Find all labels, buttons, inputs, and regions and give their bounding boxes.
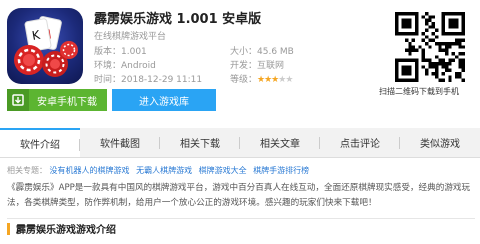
section-marker [7,222,10,235]
dev-label: 开发： [230,61,258,71]
version-label: 版本： [94,47,122,57]
related-link[interactable]: 棋牌手游排行榜 [253,166,309,175]
section-header: 霹雳娱乐游戏游戏介绍 [7,218,475,238]
qr-label: 扫描二维码下载到手机 [379,87,459,96]
size-label: 大小： [230,47,258,57]
game-library-button[interactable]: 进入游戏库 [112,89,216,111]
dev-info: 开发：互联网 [230,58,284,71]
app-subtitle: 在线棋牌游戏平台 [94,32,167,42]
tab-related-articles[interactable]: 相关文章 [240,128,320,157]
size-value: 45.6 MB [257,47,294,57]
tab-label: 相关文章 [260,139,300,150]
qr-code [395,12,465,82]
app-icon: A K [7,8,83,84]
game-library-label: 进入游戏库 [139,96,189,108]
time-info: 时间：2018-12-29 11:11 [94,72,202,85]
related-topics: 相关专题： 没有机器人的棋牌游戏 无霸人棋牌游戏 棋牌游戏大全 棋牌手游排行榜 [7,165,313,176]
tab-screenshots[interactable]: 软件截图 [80,128,160,157]
version-value: 1.001 [121,47,147,57]
tab-related-downloads[interactable]: 相关下载 [160,128,240,157]
section-title: 霹雳娱乐游戏游戏介绍 [16,225,116,236]
tab-comments[interactable]: 点击评论 [320,128,400,157]
rating-info: 等级：★★★★★ [230,72,293,85]
version-info: 版本：1.001 [94,44,147,57]
tab-bar: 软件介绍 软件截图 相关下载 相关文章 点击评论 类似游戏 [0,128,480,158]
env-info: 环境：Android [94,58,156,71]
env-value: Android [121,61,156,71]
tab-label: 相关下载 [180,139,220,150]
tab-label: 点击评论 [340,139,380,150]
related-link[interactable]: 棋牌游戏大全 [199,166,247,175]
app-title: 霹雳娱乐游戏 1.001 安卓版 [94,12,262,27]
android-download-label: 安卓手机下载 [37,96,97,108]
tab-label: 软件截图 [100,139,140,150]
android-icon [7,89,29,111]
related-prefix: 相关专题： [7,166,47,175]
tab-similar-games[interactable]: 类似游戏 [400,128,480,157]
app-description: 《霹雳娱乐》APP是一款具有中国风的棋牌游戏平台，游戏中百分百真人在线互动，全面… [7,183,471,208]
rating-label: 等级： [230,75,258,85]
tab-label: 类似游戏 [420,139,460,150]
env-label: 环境： [94,61,122,71]
related-link[interactable]: 没有机器人的棋牌游戏 [50,166,130,175]
dev-value: 互联网 [257,61,285,71]
tab-intro[interactable]: 软件介绍 [0,128,80,157]
size-info: 大小：45.6 MB [230,44,294,57]
poker-chips-icon: A K [14,16,78,77]
tab-label: 软件介绍 [20,140,60,151]
time-label: 时间： [94,75,122,85]
related-link[interactable]: 无霸人棋牌游戏 [136,166,192,175]
android-download-button[interactable]: 安卓手机下载 [7,89,107,111]
time-value: 2018-12-29 11:11 [121,75,203,85]
rating-stars: ★★★★★ [257,75,293,85]
